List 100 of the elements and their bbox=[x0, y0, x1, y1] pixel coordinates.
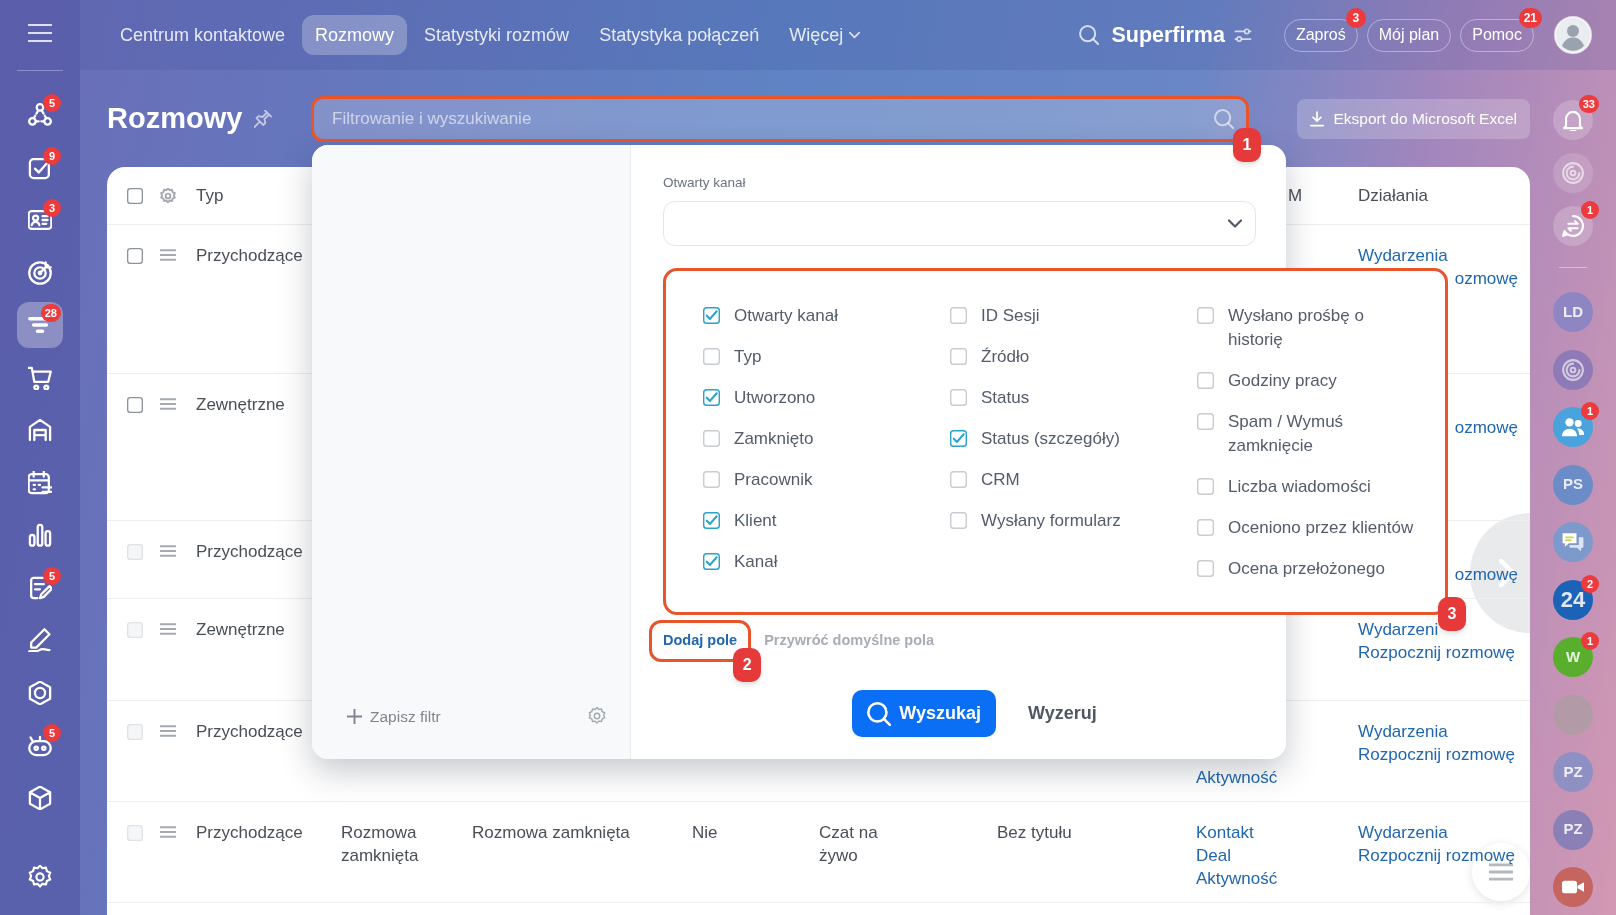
activity-link[interactable]: Aktywność bbox=[1196, 867, 1278, 890]
search-icon bbox=[867, 701, 892, 726]
checkbox[interactable] bbox=[1197, 519, 1214, 536]
company-name: Superfirma bbox=[1111, 21, 1225, 49]
checkbox[interactable] bbox=[1197, 560, 1214, 577]
start-chat-link[interactable]: ozmowę bbox=[1454, 267, 1518, 290]
table-cell: Nie bbox=[692, 823, 718, 842]
avatar-icon[interactable] bbox=[1554, 16, 1592, 54]
checkbox[interactable] bbox=[1197, 413, 1214, 430]
table-cell: Przychodzące bbox=[196, 722, 303, 741]
checkbox[interactable] bbox=[1197, 478, 1214, 495]
field-option-label: Utworzono bbox=[734, 387, 816, 409]
checkbox[interactable] bbox=[1197, 372, 1214, 389]
events-link[interactable]: Wydarzeni bbox=[1358, 618, 1439, 641]
settings-icon[interactable] bbox=[160, 187, 176, 204]
sidebar-button[interactable] bbox=[1553, 100, 1593, 140]
search-icon[interactable] bbox=[1214, 108, 1234, 129]
sidebar-item[interactable]: 5 bbox=[17, 722, 63, 768]
sidebar-button[interactable] bbox=[1553, 153, 1593, 193]
checkbox[interactable] bbox=[950, 430, 967, 447]
nav-tab[interactable]: Centrum kontaktowe bbox=[107, 15, 299, 55]
events-link[interactable]: Wydarzenia bbox=[1358, 720, 1448, 743]
activity-link[interactable]: Aktywność bbox=[1196, 766, 1278, 789]
search-button[interactable]: Wyszukaj bbox=[852, 690, 996, 737]
sliders-icon[interactable] bbox=[1233, 27, 1252, 43]
nav-tab[interactable]: Rozmowy bbox=[302, 15, 408, 55]
table-cell: Rozmowa zamknięta bbox=[472, 823, 630, 842]
nav-tab[interactable]: Więcej bbox=[776, 15, 874, 55]
select-field[interactable] bbox=[663, 201, 1256, 246]
checkbox[interactable] bbox=[127, 187, 143, 204]
pen-icon bbox=[28, 628, 52, 652]
restore-defaults-link[interactable]: Przywróć domyślne pola bbox=[764, 630, 935, 652]
table-cell-text: Czat na żywo bbox=[819, 822, 879, 867]
annotation-badge: 2 bbox=[733, 648, 762, 682]
checkbox[interactable] bbox=[950, 471, 967, 488]
column-header[interactable]: Typ bbox=[196, 185, 224, 205]
column-header[interactable]: Działania bbox=[1358, 185, 1428, 205]
field-option-label: Ocena przełożonego bbox=[1228, 558, 1385, 580]
column-header[interactable]: M bbox=[1288, 185, 1303, 205]
contact-link[interactable]: Kontakt bbox=[1196, 821, 1254, 844]
people-icon bbox=[1562, 416, 1584, 438]
checkbox[interactable] bbox=[703, 553, 720, 570]
events-link[interactable]: Wydarzenia bbox=[1358, 821, 1448, 844]
settings-icon[interactable] bbox=[588, 707, 606, 726]
sidebar-item[interactable]: 5 bbox=[17, 92, 63, 138]
sidebar-item[interactable]: 28 bbox=[17, 302, 63, 348]
checkbox[interactable] bbox=[703, 389, 720, 406]
field-option-label: Status (szczegóły) bbox=[981, 428, 1120, 450]
checkbox[interactable] bbox=[950, 512, 967, 529]
chat-arrows-icon bbox=[1562, 215, 1584, 237]
drag-handle-icon[interactable] bbox=[160, 544, 176, 558]
checkbox[interactable] bbox=[703, 348, 720, 365]
table-cell: Przychodzące bbox=[196, 542, 303, 561]
annotation-badge: 3 bbox=[1438, 597, 1466, 631]
field-option-label: Godziny pracy bbox=[1228, 370, 1337, 392]
checkbox[interactable] bbox=[127, 248, 143, 264]
table-cell: Przychodzące bbox=[196, 823, 303, 842]
field-option-label: Otwarty kanał bbox=[734, 305, 838, 327]
field-option-label: Liczba wiadomości bbox=[1228, 476, 1371, 498]
sidebar-item[interactable]: 3 bbox=[17, 197, 63, 243]
sidebar-item[interactable]: 5 bbox=[17, 564, 63, 611]
checkbox[interactable] bbox=[950, 348, 967, 365]
start-chat-link[interactable]: Rozpocznij rozmowę bbox=[1358, 743, 1515, 766]
pin-icon[interactable] bbox=[254, 109, 273, 128]
drag-handle-icon[interactable] bbox=[160, 622, 176, 636]
export-button[interactable]: Eksport do Microsoft Excel bbox=[1296, 98, 1530, 139]
start-chat-link[interactable]: Rozpocznij rozmowę bbox=[1358, 641, 1515, 664]
checkbox[interactable] bbox=[703, 307, 720, 324]
drag-handle-icon[interactable] bbox=[160, 248, 176, 262]
drag-handle-icon[interactable] bbox=[160, 397, 176, 411]
warehouse-icon bbox=[28, 418, 52, 442]
table-cell-text: Rozmowa zamknięta bbox=[341, 822, 420, 867]
checkbox[interactable] bbox=[703, 430, 720, 447]
drag-handle-icon[interactable] bbox=[160, 825, 176, 839]
field-option-label: ID Sesji bbox=[981, 305, 1040, 327]
checkbox[interactable] bbox=[1197, 307, 1214, 324]
checkbox[interactable] bbox=[703, 471, 720, 488]
start-chat-link[interactable]: ozmowę bbox=[1454, 416, 1518, 439]
deal-link[interactable]: Deal bbox=[1196, 844, 1231, 867]
field-option-label: Oceniono przez klientów bbox=[1228, 517, 1414, 539]
nav-tab[interactable]: Statystyka połączeń bbox=[586, 15, 773, 55]
sidebar-item[interactable]: 9 bbox=[17, 144, 63, 191]
field-option-label: Typ bbox=[734, 346, 762, 368]
sidebar-button[interactable] bbox=[1553, 206, 1593, 246]
menu-icon bbox=[28, 21, 52, 45]
events-link[interactable]: Wydarzenia bbox=[1358, 244, 1448, 267]
start-chat-link[interactable]: ozmowę bbox=[1454, 563, 1518, 586]
checkbox[interactable] bbox=[950, 307, 967, 324]
drag-handle-icon[interactable] bbox=[160, 724, 176, 738]
reset-button[interactable]: Wyzeruj bbox=[1010, 690, 1115, 737]
nav-tab[interactable]: Statystyki rozmów bbox=[411, 15, 583, 55]
checkbox[interactable] bbox=[950, 389, 967, 406]
start-chat-link[interactable]: Rozpocznij rozmowę bbox=[1358, 844, 1515, 867]
save-filter-button[interactable]: Zapisz filtr bbox=[347, 704, 441, 728]
chevron-down-icon bbox=[849, 31, 861, 39]
checkbox[interactable] bbox=[703, 512, 720, 529]
cart-icon bbox=[28, 365, 52, 390]
search-icon[interactable] bbox=[1079, 25, 1100, 45]
field-option-label: Wysłano prośbę o historię bbox=[1228, 305, 1365, 351]
checkbox[interactable] bbox=[127, 397, 143, 413]
